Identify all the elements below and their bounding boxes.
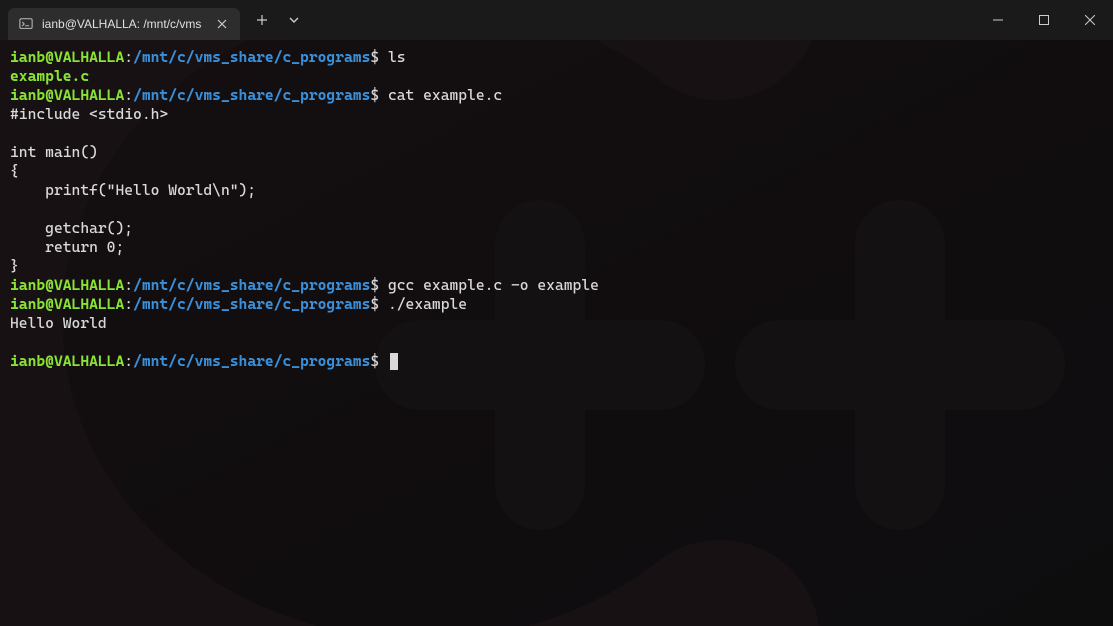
prompt-sep: :	[124, 48, 133, 66]
prompt-user: ianb@VALHALLA	[10, 295, 124, 313]
output-text: {	[10, 162, 19, 180]
tab-title: ianb@VALHALLA: /mnt/c/vms	[42, 17, 206, 31]
terminal-line: {	[10, 162, 1103, 181]
output-text: }	[10, 257, 19, 275]
window-titlebar: ianb@VALHALLA: /mnt/c/vms	[0, 0, 1113, 40]
command-text: cat example.c	[379, 86, 502, 104]
terminal-line: int main()	[10, 143, 1103, 162]
prompt-path: /mnt/c/vms_share/c_programs	[133, 352, 370, 370]
minimize-button[interactable]	[975, 5, 1021, 35]
output-text: return 0;	[10, 238, 124, 256]
output-text: int main()	[10, 143, 98, 161]
tab-dropdown-button[interactable]	[278, 4, 310, 36]
terminal-output: ianb@VALHALLA:/mnt/c/vms_share/c_program…	[0, 40, 1113, 379]
tab-strip: ianb@VALHALLA: /mnt/c/vms	[0, 0, 310, 40]
command-text: ./example	[379, 295, 467, 313]
close-window-button[interactable]	[1067, 5, 1113, 35]
terminal-line: getchar();	[10, 219, 1103, 238]
window-controls	[975, 0, 1113, 40]
prompt-dollar: $	[370, 276, 379, 294]
terminal-line	[10, 124, 1103, 143]
output-text: printf("Hello World\n");	[10, 181, 256, 199]
terminal-line: ianb@VALHALLA:/mnt/c/vms_share/c_program…	[10, 295, 1103, 314]
terminal-line: Hello World	[10, 314, 1103, 333]
prompt-dollar: $	[370, 352, 379, 370]
output-text	[10, 200, 19, 218]
prompt-sep: :	[124, 86, 133, 104]
terminal-icon	[18, 16, 34, 32]
prompt-path: /mnt/c/vms_share/c_programs	[133, 295, 370, 313]
terminal-line	[10, 200, 1103, 219]
command-text: ls	[379, 48, 405, 66]
output-text	[10, 333, 19, 351]
terminal-line: ianb@VALHALLA:/mnt/c/vms_share/c_program…	[10, 276, 1103, 295]
maximize-button[interactable]	[1021, 5, 1067, 35]
output-text: getchar();	[10, 219, 133, 237]
terminal-line: #include <stdio.h>	[10, 105, 1103, 124]
prompt-user: ianb@VALHALLA	[10, 48, 124, 66]
prompt-dollar: $	[370, 86, 379, 104]
command-text	[379, 352, 388, 370]
output-text: example.c	[10, 67, 89, 85]
prompt-path: /mnt/c/vms_share/c_programs	[133, 276, 370, 294]
close-tab-button[interactable]	[214, 16, 230, 32]
terminal-tab[interactable]: ianb@VALHALLA: /mnt/c/vms	[8, 8, 240, 40]
terminal-line: }	[10, 257, 1103, 276]
terminal-line: example.c	[10, 67, 1103, 86]
prompt-dollar: $	[370, 295, 379, 313]
prompt-user: ianb@VALHALLA	[10, 276, 124, 294]
prompt-sep: :	[124, 295, 133, 313]
terminal-line: printf("Hello World\n");	[10, 181, 1103, 200]
output-text: Hello World	[10, 314, 107, 332]
terminal-line: ianb@VALHALLA:/mnt/c/vms_share/c_program…	[10, 48, 1103, 67]
terminal-line: return 0;	[10, 238, 1103, 257]
command-text: gcc example.c -o example	[379, 276, 599, 294]
prompt-sep: :	[124, 276, 133, 294]
prompt-sep: :	[124, 352, 133, 370]
prompt-user: ianb@VALHALLA	[10, 352, 124, 370]
terminal-line: ianb@VALHALLA:/mnt/c/vms_share/c_program…	[10, 86, 1103, 105]
new-tab-button[interactable]	[246, 4, 278, 36]
prompt-user: ianb@VALHALLA	[10, 86, 124, 104]
terminal-line: ianb@VALHALLA:/mnt/c/vms_share/c_program…	[10, 352, 1103, 371]
cursor	[390, 353, 398, 370]
terminal-surface[interactable]: ianb@VALHALLA:/mnt/c/vms_share/c_program…	[0, 40, 1113, 626]
prompt-dollar: $	[370, 48, 379, 66]
output-text	[10, 124, 19, 142]
prompt-path: /mnt/c/vms_share/c_programs	[133, 86, 370, 104]
output-text: #include <stdio.h>	[10, 105, 168, 123]
prompt-path: /mnt/c/vms_share/c_programs	[133, 48, 370, 66]
terminal-line	[10, 333, 1103, 352]
